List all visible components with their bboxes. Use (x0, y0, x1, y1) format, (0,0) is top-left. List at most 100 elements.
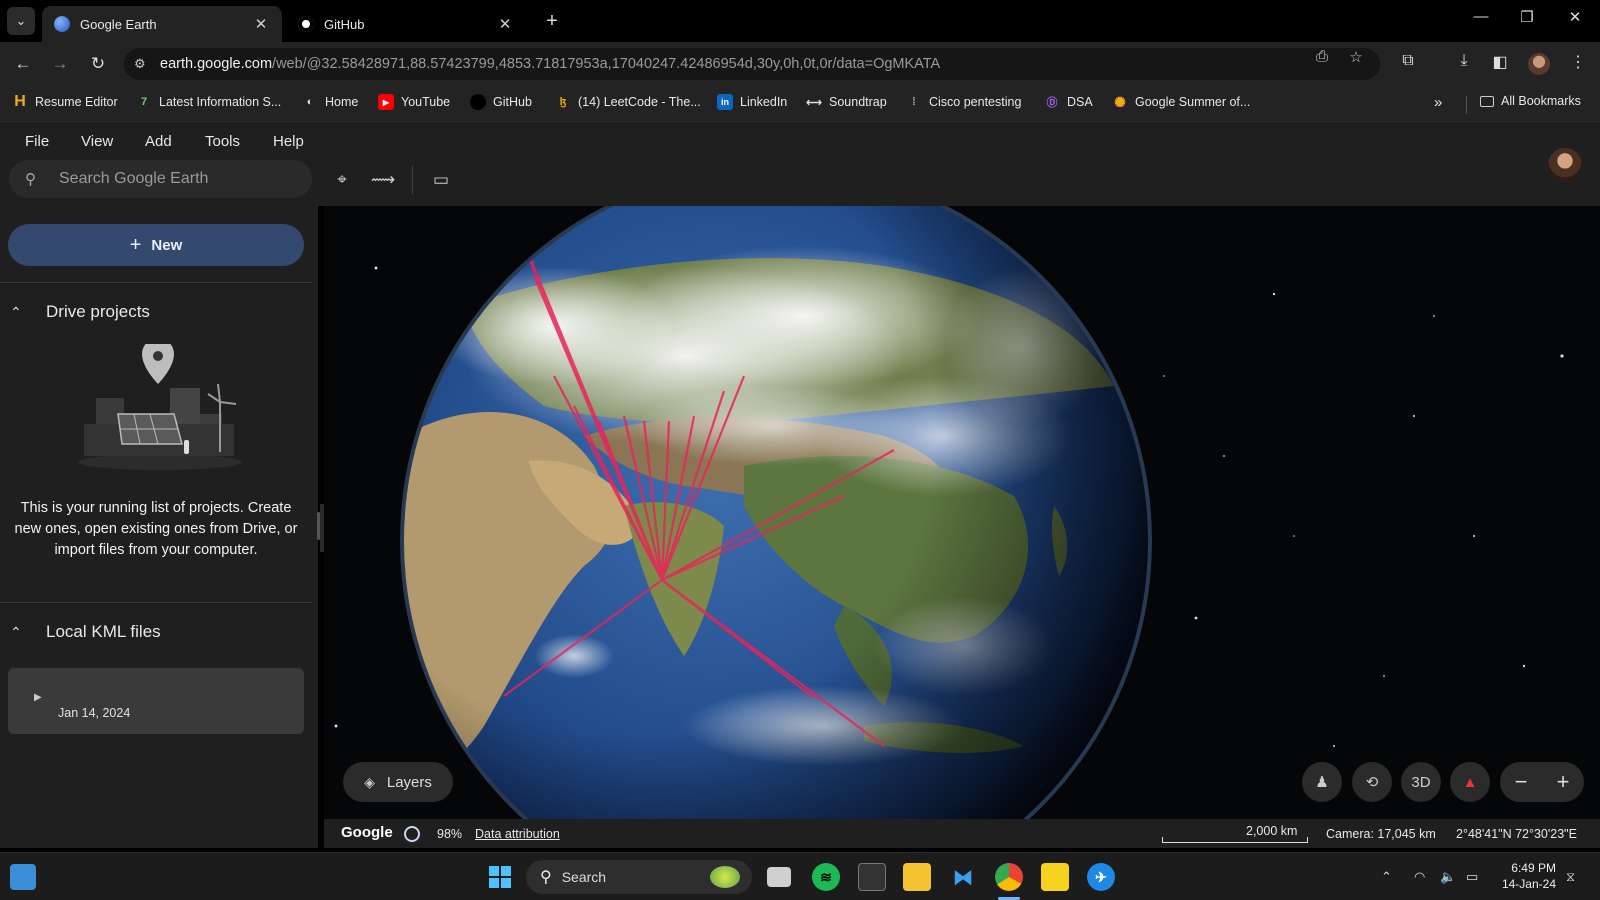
empty-projects-message: This is your running list of projects. C… (14, 500, 298, 558)
bookmark-soundtrap[interactable]: ⟷ Soundtrap (806, 94, 887, 110)
vscode-icon[interactable]: ⧓ (949, 863, 977, 891)
bookmark-leetcode[interactable]: ɮ (14) LeetCode - The... (555, 94, 701, 110)
chevron-up-icon: ⌃ (10, 623, 22, 640)
expand-triangle-icon[interactable]: ▶ (34, 692, 42, 703)
profile-avatar[interactable] (1528, 53, 1550, 75)
toggle-3d-button[interactable]: 3D (1401, 762, 1441, 802)
cursor-coordinates: 2°48'41"N 72°30'23"E (1456, 827, 1577, 841)
search-box[interactable]: ⚲ Search Google Earth (9, 160, 312, 198)
bookmark-cisco-pentesting[interactable]: ⁞ Cisco pentesting (906, 94, 1021, 110)
close-tab-icon[interactable]: ✕ (496, 15, 514, 33)
zoom-out-icon[interactable]: − (1515, 769, 1528, 795)
kml-file-item[interactable]: ▶ Jan 14, 2024 (8, 668, 304, 734)
windows-start-icon[interactable] (486, 863, 514, 891)
taskbar-clock[interactable]: 6:49 PM 14-Jan-24 (1484, 860, 1556, 892)
extensions-icon[interactable]: ⧉ (1396, 52, 1420, 70)
battery-icon[interactable]: ▭ (1466, 869, 1478, 885)
search-input[interactable]: Search Google Earth (59, 170, 208, 188)
tray-overflow-icon[interactable]: ⌃ (1381, 869, 1392, 885)
add-placemark-icon[interactable]: ⌖ (329, 167, 355, 193)
all-bookmarks[interactable]: All Bookmarks (1480, 94, 1581, 108)
scale-label: 2,000 km (1246, 824, 1298, 838)
zoom-in-icon[interactable]: + (1557, 769, 1570, 795)
sidebar-divider (0, 602, 312, 603)
minimize-icon[interactable]: — (1466, 8, 1496, 25)
chevron-up-icon: ⌃ (10, 303, 22, 320)
drive-projects-header[interactable]: ⌃ Drive projects (0, 300, 312, 324)
terminal-icon[interactable] (858, 863, 886, 891)
forward-icon[interactable]: → (48, 52, 72, 76)
youtube-icon: ▶ (378, 94, 394, 110)
dsa-icon: Ⓓ (1046, 97, 1058, 109)
bookmark-home[interactable]: ◐ Home (302, 94, 359, 110)
search-icon: ⚲ (540, 869, 552, 886)
earth-status-bar: Google 98% Data attribution 2,000 km Cam… (324, 819, 1600, 848)
side-panel-icon[interactable]: ◧ (1488, 52, 1512, 72)
gsoc-icon: ✺ (1114, 93, 1126, 110)
close-tab-icon[interactable]: ✕ (252, 15, 270, 33)
bookmark-star-icon[interactable]: ☆ (1346, 48, 1366, 66)
browser-toolbar: ← → ↻ ⚙ earth.google.com/web/@32.5842897… (0, 42, 1600, 86)
install-app-icon[interactable]: ⎙ (1312, 48, 1332, 65)
compass-icon[interactable]: ▲ (1450, 762, 1490, 802)
menu-help[interactable]: Help (273, 133, 304, 150)
bookmark-latest-information[interactable]: 7 Latest Information S... (136, 94, 281, 110)
menu-add[interactable]: Add (145, 133, 172, 150)
menu-view[interactable]: View (81, 133, 113, 150)
bookmark-resume-editor[interactable]: H Resume Editor (12, 93, 117, 110)
reload-icon[interactable]: ↻ (86, 52, 110, 76)
tab-strip: ⌄ Google Earth ✕ GitHub ✕ + — ❐ ✕ (0, 0, 1600, 42)
layers-button[interactable]: ◈ Layers (343, 762, 453, 802)
notifications-icon[interactable]: ⧖ (1566, 869, 1575, 885)
google-earth-favicon-icon (54, 16, 70, 32)
pegman-street-view-icon[interactable]: ♟ (1302, 762, 1342, 802)
bookmark-dsa[interactable]: Ⓓ DSA (1044, 94, 1093, 110)
account-avatar[interactable] (1548, 148, 1582, 182)
bookmark-linkedin[interactable]: in LinkedIn (717, 94, 787, 110)
local-kml-header[interactable]: ⌃ Local KML files (0, 620, 312, 644)
menu-kebab-icon[interactable]: ⋮ (1566, 52, 1590, 72)
search-highlight-icon (710, 866, 740, 888)
wifi-icon[interactable]: ◠ (1414, 869, 1425, 885)
globe-view[interactable] (324, 206, 1600, 819)
sidebar-divider (0, 282, 312, 283)
windows-taskbar: ⚲ Search ≋ ⧓ ✈ ⌃ ◠ 🔈 ▭ 6:49 PM 14-Jan-24… (0, 852, 1600, 900)
downloads-icon[interactable]: ⤓ (1452, 52, 1476, 70)
browser-app-icon[interactable]: ✈ (1087, 863, 1115, 891)
tab-google-earth[interactable]: Google Earth ✕ (42, 6, 282, 42)
header-divider (412, 166, 413, 194)
url-text[interactable]: earth.google.com/web/@32.58428971,88.574… (160, 56, 1270, 72)
taskbar-search[interactable]: ⚲ Search (526, 860, 752, 894)
github-icon (470, 94, 486, 110)
reset-rotation-icon[interactable]: ⟲ (1352, 762, 1392, 802)
measure-ruler-icon[interactable]: ▭ (428, 167, 454, 193)
tab-search-button[interactable]: ⌄ (7, 7, 35, 35)
menu-file[interactable]: File (25, 133, 49, 150)
back-icon[interactable]: ← (11, 52, 35, 76)
data-attribution-link[interactable]: Data attribution (475, 827, 560, 841)
task-view-icon[interactable] (767, 867, 791, 887)
github-favicon-icon (298, 16, 314, 32)
sticky-notes-icon[interactable] (1041, 863, 1069, 891)
spotify-icon[interactable]: ≋ (812, 863, 840, 891)
bookmark-google-summer[interactable]: ✺ Google Summer of... (1112, 94, 1250, 110)
bookmark-youtube[interactable]: ▶ YouTube (378, 94, 450, 110)
add-path-icon[interactable]: ⟿ (370, 167, 396, 193)
close-window-icon[interactable]: ✕ (1560, 8, 1590, 26)
new-project-button[interactable]: + New (8, 224, 304, 266)
address-bar[interactable]: ⚙ earth.google.com/web/@32.58428971,88.5… (124, 48, 1380, 80)
zoom-controls: − + (1500, 762, 1584, 802)
menu-tools[interactable]: Tools (205, 133, 240, 150)
loading-progress-icon (404, 826, 420, 842)
bookmark-github[interactable]: GitHub (470, 94, 532, 110)
file-explorer-icon[interactable] (903, 863, 931, 891)
tab-github[interactable]: GitHub ✕ (286, 6, 526, 42)
more-bookmarks-icon[interactable]: » (1434, 94, 1442, 111)
volume-icon[interactable]: 🔈 (1440, 869, 1456, 885)
site-info-icon[interactable]: ⚙ (134, 56, 150, 72)
new-tab-button[interactable]: + (540, 10, 564, 33)
widgets-icon[interactable] (10, 864, 36, 890)
linkedin-icon: in (717, 94, 733, 110)
chrome-icon[interactable] (995, 863, 1023, 891)
restore-icon[interactable]: ❐ (1512, 8, 1542, 26)
